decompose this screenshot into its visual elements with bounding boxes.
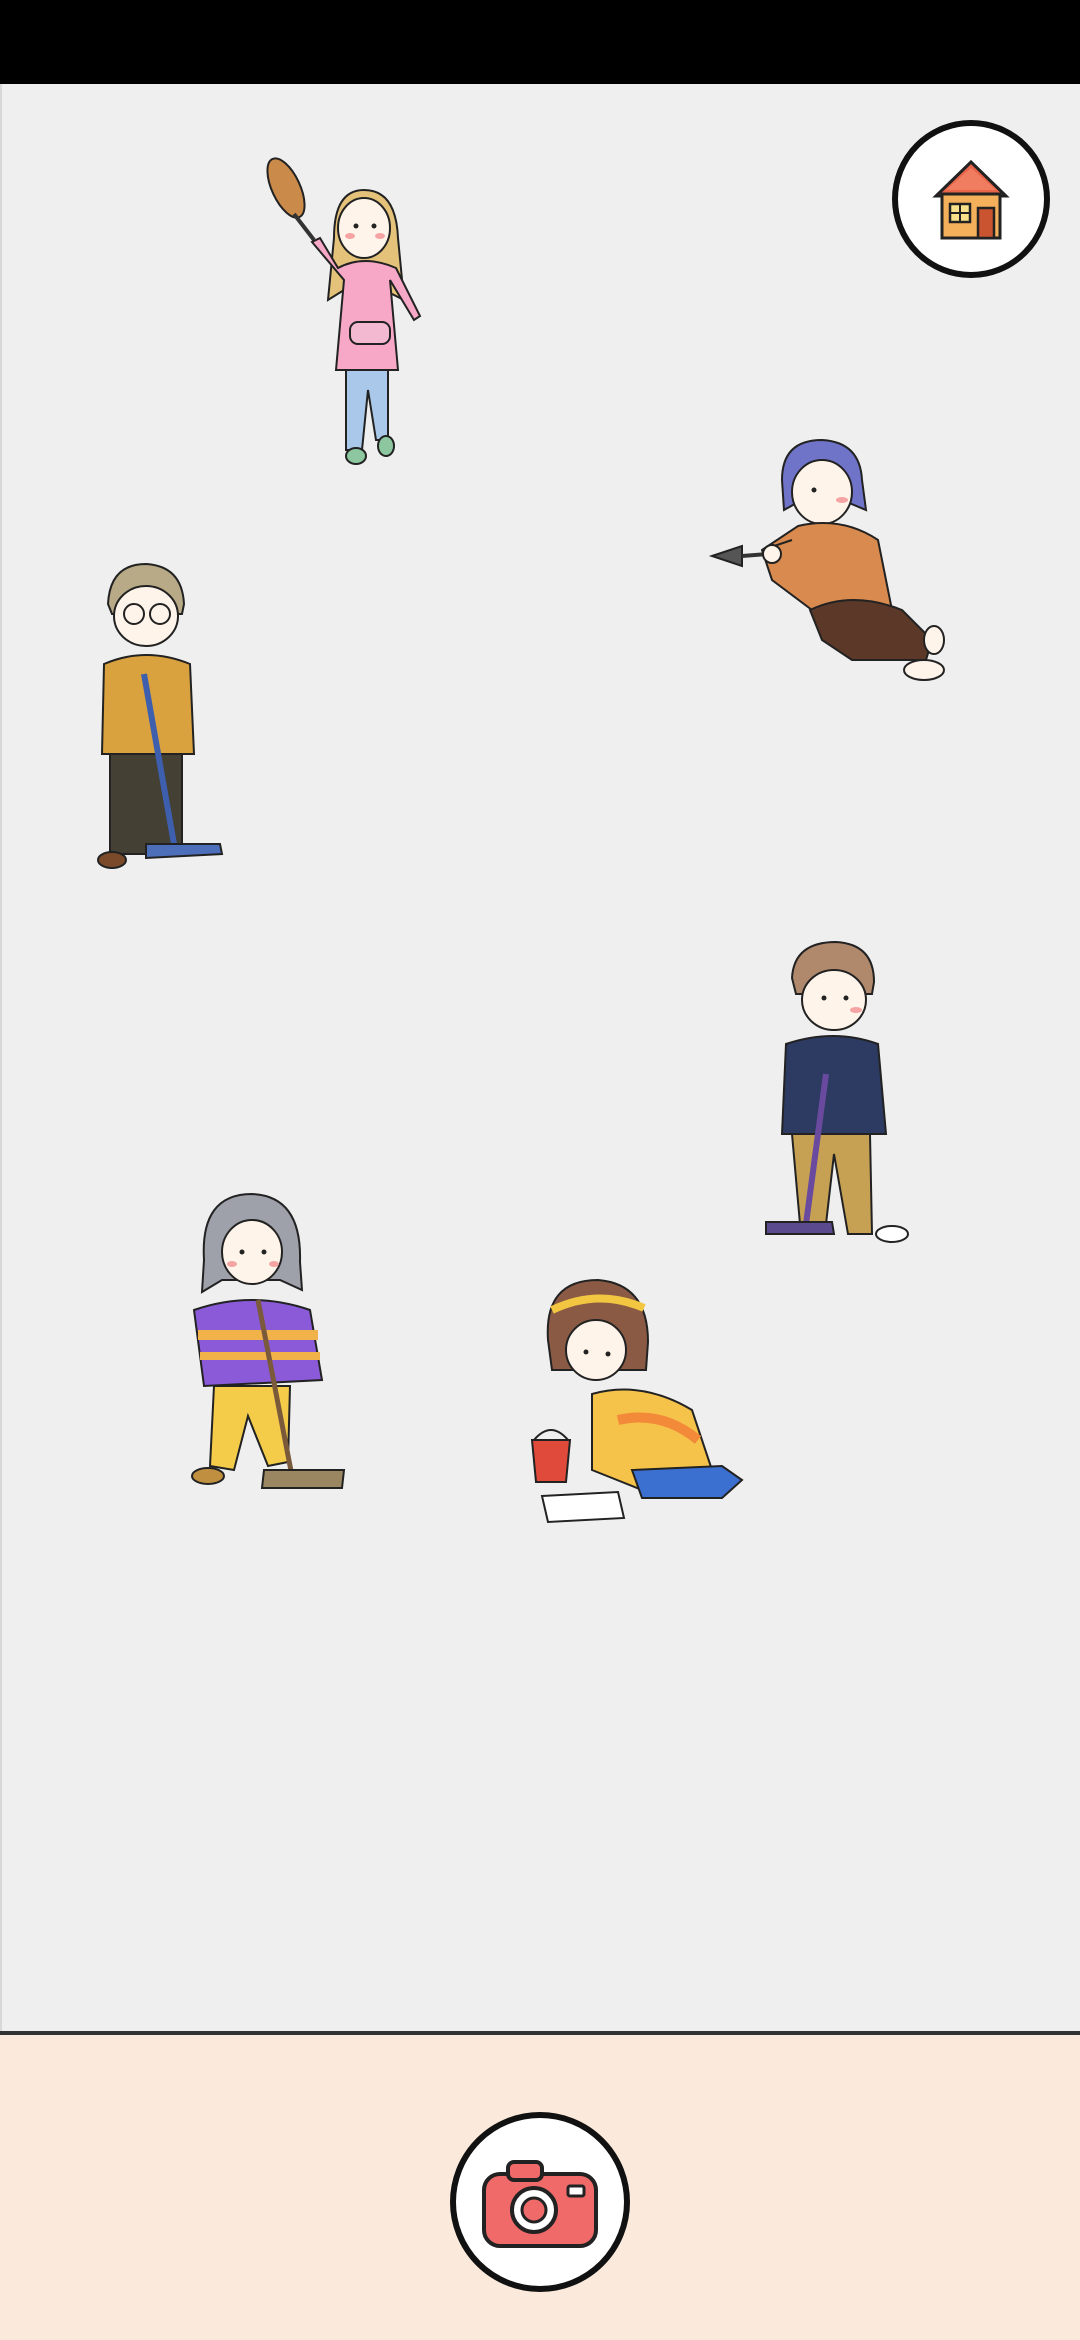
character-plaid-shirt-boy[interactable] bbox=[702, 420, 962, 720]
status-bar bbox=[0, 0, 1080, 84]
character-yellow-sweater-girl[interactable] bbox=[522, 1270, 752, 1550]
character-glasses-boy[interactable] bbox=[82, 554, 242, 894]
home-button[interactable] bbox=[892, 120, 1050, 278]
character-navy-jacket-boy[interactable] bbox=[756, 934, 926, 1274]
character-purple-sweater-girl[interactable] bbox=[182, 1180, 382, 1530]
game-scene[interactable] bbox=[0, 84, 1080, 2031]
camera-button[interactable] bbox=[450, 2112, 630, 2292]
character-pink-hoodie-girl[interactable] bbox=[264, 150, 464, 500]
house-icon bbox=[916, 144, 1026, 254]
camera-icon bbox=[478, 2152, 602, 2252]
